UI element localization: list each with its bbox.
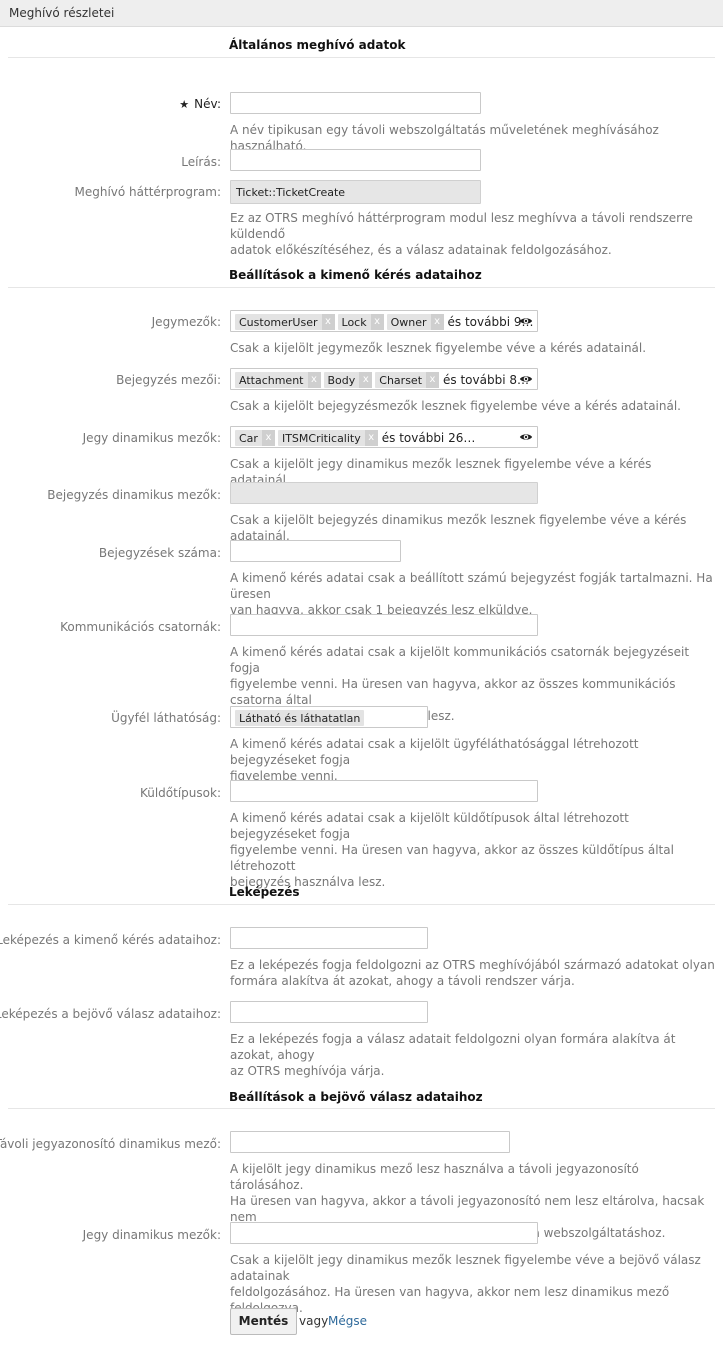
mapping-incoming-select[interactable] — [230, 1001, 428, 1023]
cancel-link[interactable]: Mégse — [328, 1314, 367, 1328]
name-label: ★ Név: — [179, 97, 221, 111]
tag-body: Body x — [323, 372, 373, 388]
section-divider — [8, 904, 715, 905]
tag-lock: Lock x — [337, 314, 384, 330]
mapping-outgoing-hint: Ez a leképezés fogja feldolgozni az OTRS… — [230, 958, 715, 988]
article-count-hint: A kimenő kérés adatai csak a beállított … — [230, 571, 713, 617]
ticket-fields-hint: Csak a kijelölt jegymezők lesznek figyel… — [230, 341, 647, 355]
remove-tag-icon[interactable]: x — [364, 430, 378, 446]
sender-types-label: Küldőtípusok: — [139, 786, 221, 800]
remote-ticket-id-select[interactable] — [230, 1131, 510, 1153]
remove-tag-icon[interactable]: x — [307, 372, 321, 388]
panel-header: Meghívó részletei — [0, 0, 723, 27]
eye-icon[interactable] — [519, 372, 533, 386]
sender-types-hint: A kimenő kérés adatai csak a kijelölt kü… — [230, 811, 674, 889]
sender-types-select[interactable] — [230, 780, 538, 802]
communication-channels-select[interactable] — [230, 614, 538, 636]
eye-icon[interactable] — [519, 430, 533, 444]
remove-tag-icon[interactable]: x — [321, 314, 335, 330]
customer-visibility-select[interactable]: Látható és láthatatlan — [230, 706, 428, 728]
article-fields-select[interactable]: Attachment x Body x Charset x és további 8… — [230, 368, 538, 390]
mapping-outgoing-select[interactable] — [230, 927, 428, 949]
backend-field: Ticket::TicketCreate — [230, 180, 481, 204]
article-count-label: Bejegyzések száma: — [98, 546, 221, 560]
more-count: és további 26… — [381, 431, 476, 445]
tag-itsmcriticality: ITSMCriticality x — [277, 430, 378, 446]
mapping-incoming-label: Leképezés a bejövő válasz adataihoz: — [0, 1007, 221, 1021]
article-fields-label: Bejegyzés mezői: — [116, 373, 221, 387]
communication-channels-label: Kommunikációs csatornák: — [60, 620, 221, 634]
remote-ticket-id-label: Távoli jegyazonosító dinamikus mező: — [0, 1137, 221, 1151]
incoming-ticket-dynamic-fields-hint: Csak a kijelölt jegy dinamikus mezők les… — [230, 1253, 701, 1315]
section-divider — [8, 287, 715, 288]
remove-tag-icon[interactable]: x — [359, 372, 373, 388]
or-text: vagy — [299, 1314, 329, 1328]
remove-tag-icon[interactable]: x — [261, 430, 275, 446]
backend-label: Meghívó háttérprogram: — [74, 185, 221, 199]
required-star-icon: ★ — [179, 98, 190, 111]
eye-icon[interactable] — [519, 314, 533, 328]
description-input[interactable] — [230, 149, 481, 171]
article-count-input[interactable] — [230, 540, 401, 562]
customer-visibility-hint: A kimenő kérés adatai csak a kijelölt üg… — [230, 737, 639, 783]
save-button[interactable]: Mentés — [230, 1308, 297, 1335]
more-count: és további 8… — [443, 373, 529, 387]
tag-owner: Owner x — [386, 314, 444, 330]
mapping-outgoing-label: Leképezés a kimenő kérés adataihoz: — [0, 933, 221, 947]
panel-title: Meghívó részletei — [9, 6, 115, 20]
name-input[interactable] — [230, 92, 481, 114]
remove-tag-icon[interactable]: x — [426, 372, 440, 388]
customer-visibility-label: Ügyfél láthatóság: — [111, 711, 221, 725]
ticket-fields-select[interactable]: CustomerUser x Lock x Owner x és további 9… — [230, 310, 538, 332]
description-label: Leírás: — [181, 155, 221, 169]
tag-charset: Charset x — [375, 372, 440, 388]
remove-tag-icon[interactable]: x — [370, 314, 384, 330]
tag-visibility: Látható és láthatatlan — [235, 710, 365, 726]
remove-tag-icon[interactable]: x — [430, 314, 444, 330]
article-fields-hint: Csak a kijelölt bejegyzésmezők lesznek f… — [230, 399, 681, 413]
article-dynamic-fields-label: Bejegyzés dinamikus mezők: — [47, 488, 221, 502]
ticket-dynamic-fields-select[interactable]: Car x ITSMCriticality x és további 26… — [230, 426, 538, 448]
mapping-incoming-hint: Ez a leképezés fogja a válasz adatait fe… — [230, 1032, 676, 1078]
tag-car: Car x — [235, 430, 275, 446]
tag-attachment: Attachment x — [235, 372, 321, 388]
backend-hint: Ez az OTRS meghívó háttérprogram modul l… — [230, 211, 693, 257]
ticket-fields-label: Jegymezők: — [151, 315, 221, 329]
tag-customeruser: CustomerUser x — [235, 314, 335, 330]
ticket-dynamic-fields-label: Jegy dinamikus mezők: — [82, 431, 221, 445]
incoming-ticket-dynamic-fields-label: Jegy dinamikus mezők: — [82, 1228, 221, 1242]
incoming-ticket-dynamic-fields-select[interactable] — [230, 1222, 538, 1244]
article-dynamic-fields-select — [230, 482, 538, 504]
section-divider — [8, 1108, 715, 1109]
section-divider — [8, 57, 715, 58]
